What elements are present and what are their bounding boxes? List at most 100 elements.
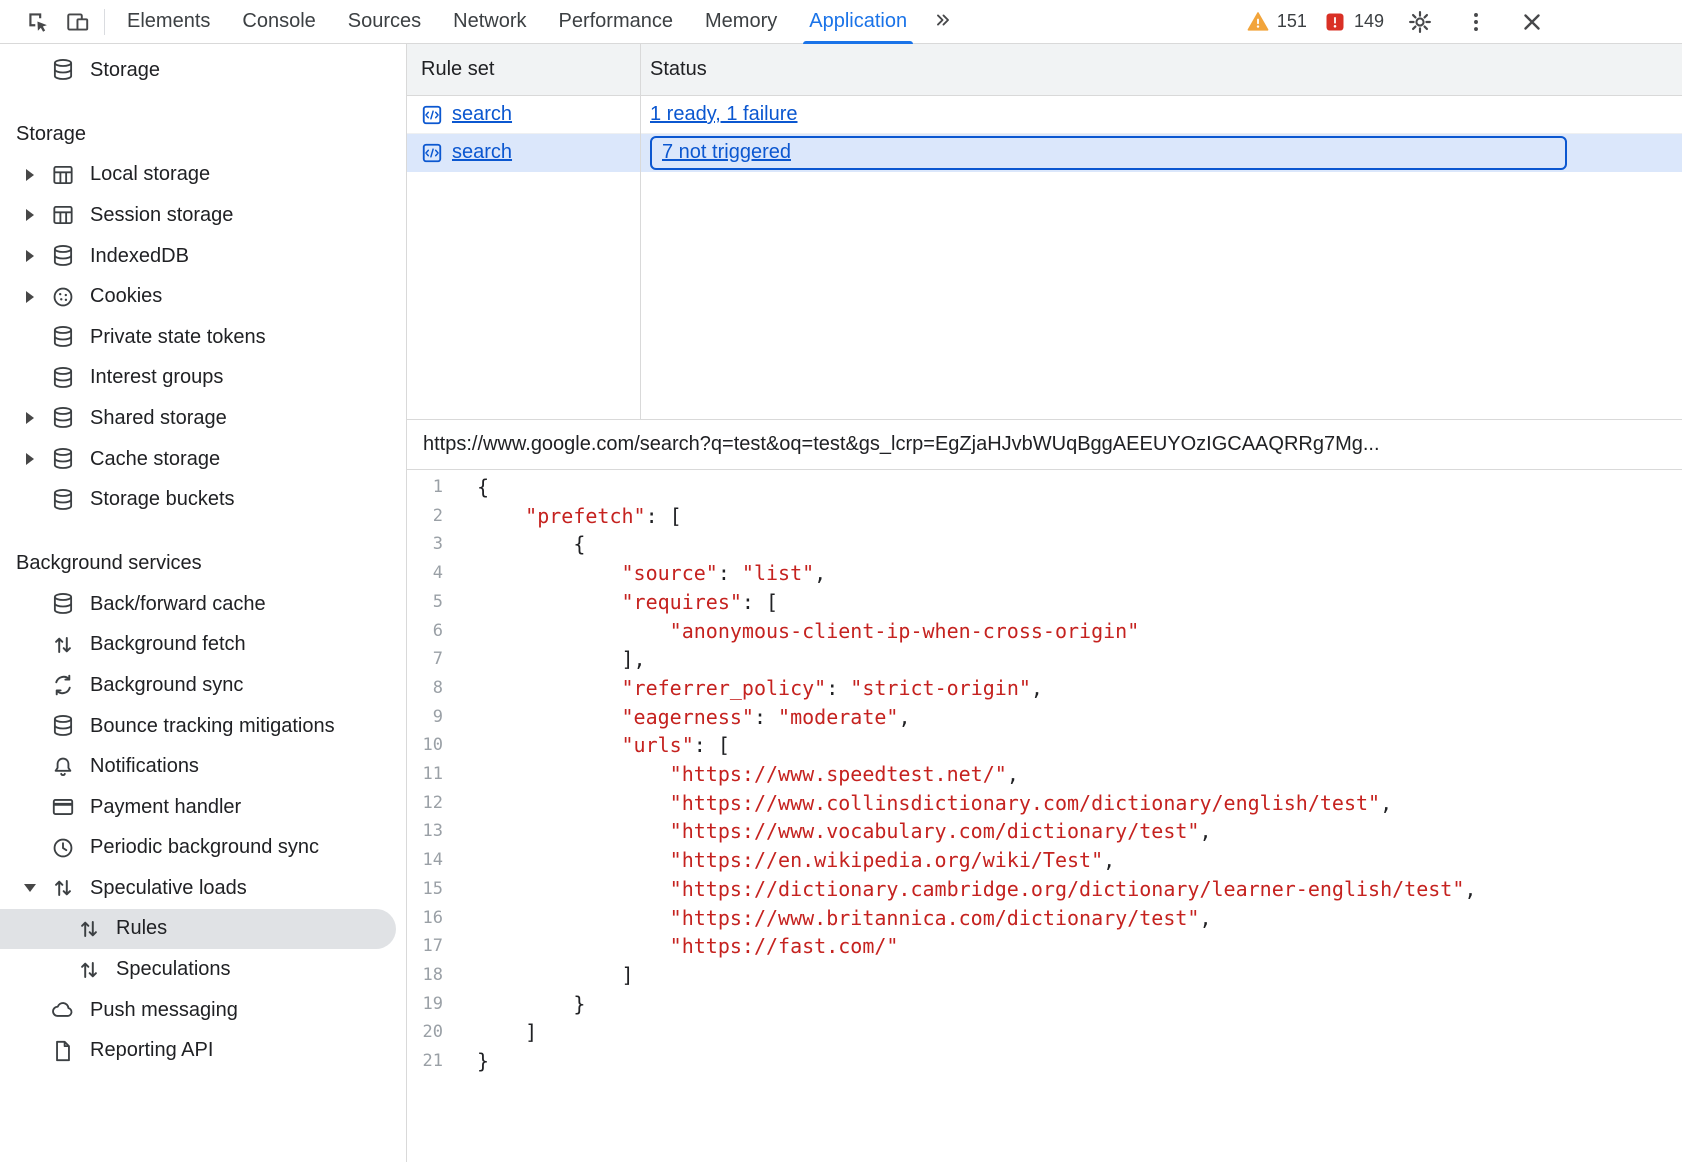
sync-icon	[50, 672, 76, 698]
line-number: 18	[407, 961, 459, 990]
code-line: 4 "source": "list",	[407, 559, 1682, 588]
sidebar-item-speculative-loads[interactable]: Speculative loads	[0, 868, 396, 909]
ruleset-icon	[421, 142, 443, 164]
code-line: 16 "https://www.britannica.com/dictionar…	[407, 904, 1682, 933]
code-line: 8 "referrer_policy": "strict-origin",	[407, 674, 1682, 703]
line-number: 5	[407, 588, 459, 617]
sidebar-section-background-services: Background services	[0, 544, 406, 584]
database-icon	[50, 243, 76, 269]
code-line: 6 "anonymous-client-ip-when-cross-origin…	[407, 617, 1682, 646]
sidebar-item-cookies[interactable]: Cookies	[0, 276, 396, 317]
inspect-element-button[interactable]	[18, 2, 58, 42]
status-cell-focused[interactable]: 7 not triggered	[650, 136, 1567, 170]
sidebar-item-shared-storage[interactable]: Shared storage	[0, 398, 396, 439]
issue-count[interactable]: 149	[1323, 10, 1384, 34]
clock-icon	[50, 835, 76, 861]
tab-sources[interactable]: Sources	[332, 0, 437, 44]
column-divider[interactable]	[640, 44, 641, 419]
tab-console[interactable]: Console	[226, 0, 331, 44]
code-line: 9 "eagerness": "moderate",	[407, 703, 1682, 732]
code-line: 2 "prefetch": [	[407, 502, 1682, 531]
tab-application[interactable]: Application	[793, 0, 923, 44]
sidebar-item-payment-handler[interactable]: Payment handler	[0, 787, 396, 828]
inspect-icon	[25, 9, 51, 35]
sidebar-item-indexeddb[interactable]: IndexedDB	[0, 236, 396, 277]
tab-network[interactable]: Network	[437, 0, 542, 44]
gear-icon	[1407, 9, 1433, 35]
close-devtools-button[interactable]	[1512, 2, 1552, 42]
sidebar-item-background-sync[interactable]: Background sync	[0, 665, 396, 706]
toolbar-right-cluster: 151 149	[1246, 2, 1682, 42]
sidebar-item-private-state-tokens[interactable]: Private state tokens	[0, 317, 396, 358]
sidebar-item-storage[interactable]: Storage	[0, 50, 396, 91]
rule-set-row-selected[interactable]: search 7 not triggered	[407, 134, 1682, 172]
sidebar-item-rules[interactable]: Rules	[0, 909, 396, 950]
sidebar-item-back-forward-cache[interactable]: Back/forward cache	[0, 584, 396, 625]
tab-elements[interactable]: Elements	[111, 0, 226, 44]
status-link[interactable]: 7 not triggered	[662, 141, 791, 164]
database-icon	[50, 446, 76, 472]
sidebar-item-local-storage[interactable]: Local storage	[0, 155, 396, 196]
tab-memory[interactable]: Memory	[689, 0, 793, 44]
expand-arrow-icon[interactable]	[10, 398, 50, 439]
more-tabs-icon	[932, 9, 954, 31]
line-number: 13	[407, 817, 459, 846]
code-line: 14 "https://en.wikipedia.org/wiki/Test",	[407, 846, 1682, 875]
sidebar-item-cache-storage[interactable]: Cache storage	[0, 439, 396, 480]
sidebar-item-notifications[interactable]: Notifications	[0, 746, 396, 787]
device-toolbar-button[interactable]	[58, 2, 98, 42]
issues-icon	[1323, 10, 1347, 34]
application-panel: Storage Storage Local storage Session st…	[0, 44, 1682, 1162]
sidebar-item-speculations[interactable]: Speculations	[0, 949, 396, 990]
warning-count[interactable]: 151	[1246, 10, 1307, 34]
more-tabs-button[interactable]	[923, 0, 963, 40]
sidebar-item-interest-groups[interactable]: Interest groups	[0, 358, 396, 399]
rule-set-link[interactable]: search	[421, 103, 512, 126]
sidebar-section-storage: Storage	[0, 115, 406, 155]
code-line: 13 "https://www.vocabulary.com/dictionar…	[407, 817, 1682, 846]
rule-set-link[interactable]: search	[421, 141, 512, 164]
code-line: 1{	[407, 473, 1682, 502]
up-down-arrows-icon	[50, 632, 76, 658]
database-icon	[50, 591, 76, 617]
sidebar-item-reporting-api[interactable]: Reporting API	[0, 1030, 396, 1071]
code-line: 7 ],	[407, 645, 1682, 674]
line-number: 12	[407, 789, 459, 818]
status-link[interactable]: 1 ready, 1 failure	[650, 103, 798, 126]
line-number: 15	[407, 875, 459, 904]
expand-arrow-icon[interactable]	[10, 439, 50, 480]
line-number: 3	[407, 530, 459, 559]
expand-arrow-icon[interactable]	[10, 155, 50, 196]
rule-set-json-viewer[interactable]: 1{2 "prefetch": [3 {4 "source": "list",5…	[407, 470, 1682, 1162]
rule-sets-grid: Rule set Status search 1 ready, 1 failur…	[407, 44, 1682, 420]
sidebar-item-session-storage[interactable]: Session storage	[0, 195, 396, 236]
tab-performance[interactable]: Performance	[543, 0, 690, 44]
up-down-arrows-icon	[50, 875, 76, 901]
sidebar-item-periodic-background-sync[interactable]: Periodic background sync	[0, 828, 396, 869]
settings-button[interactable]	[1400, 2, 1440, 42]
column-header-status[interactable]: Status	[640, 44, 1682, 95]
expand-arrow-icon[interactable]	[10, 236, 50, 277]
line-number: 7	[407, 645, 459, 674]
expand-arrow-icon[interactable]	[10, 276, 50, 317]
collapse-arrow-icon[interactable]	[10, 868, 50, 909]
code-line: 18 ]	[407, 961, 1682, 990]
device-toolbar-icon	[65, 9, 91, 35]
sidebar-item-storage-buckets[interactable]: Storage buckets	[0, 479, 396, 520]
kebab-menu-icon	[1463, 9, 1489, 35]
sidebar-item-background-fetch[interactable]: Background fetch	[0, 625, 396, 666]
application-sidebar: Storage Storage Local storage Session st…	[0, 44, 407, 1162]
rule-set-row[interactable]: search 1 ready, 1 failure	[407, 96, 1682, 134]
menu-button[interactable]	[1456, 2, 1496, 42]
sidebar-item-bounce-tracking-mitigations[interactable]: Bounce tracking mitigations	[0, 706, 396, 747]
panel-tabs: Elements Console Sources Network Perform…	[111, 0, 963, 44]
ruleset-icon	[421, 104, 443, 126]
document-icon	[50, 1038, 76, 1064]
warning-count-label: 151	[1277, 11, 1307, 32]
sidebar-item-push-messaging[interactable]: Push messaging	[0, 990, 396, 1031]
expand-arrow-icon[interactable]	[10, 195, 50, 236]
code-line: 19 }	[407, 990, 1682, 1019]
column-header-rule-set[interactable]: Rule set	[407, 44, 640, 95]
up-down-arrows-icon	[76, 916, 102, 942]
table-icon	[50, 162, 76, 188]
